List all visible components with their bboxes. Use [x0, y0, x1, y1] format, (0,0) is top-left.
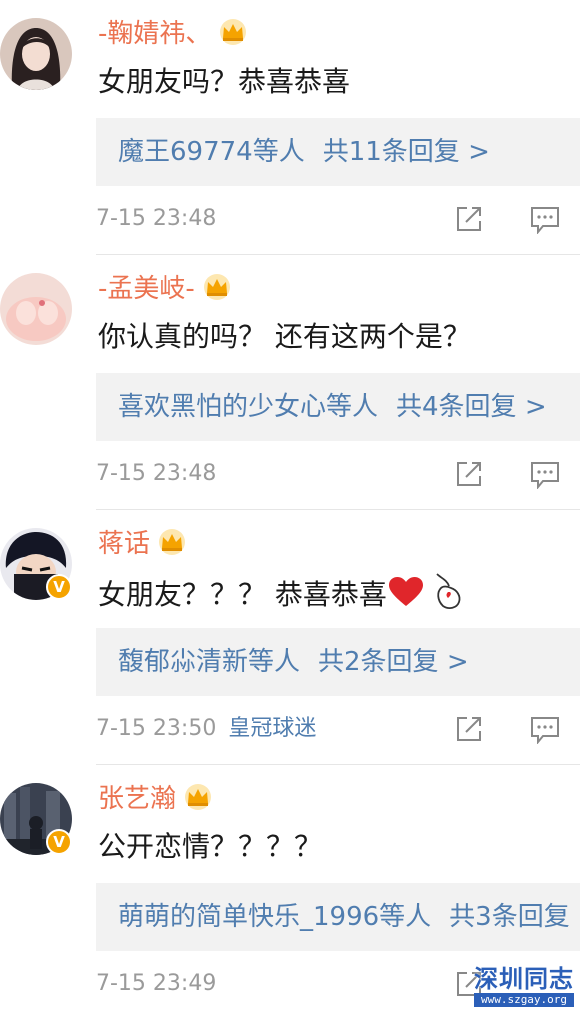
reply-names[interactable]: 馥郁尛清新等人 — [118, 647, 300, 677]
source-label[interactable]: 皇冠球迷 — [228, 716, 316, 741]
user-avatar[interactable] — [0, 18, 72, 90]
verified-badge: V — [46, 829, 72, 855]
crown-icon — [156, 528, 188, 566]
username[interactable]: -鞠婧祎、 — [98, 16, 249, 56]
crown-icon — [201, 273, 233, 311]
username-text[interactable]: 蒋话 — [98, 529, 150, 559]
comment-meta: 7-15 23:48 — [96, 204, 216, 234]
username[interactable]: -孟美岐- — [98, 271, 233, 311]
comment-text: 女朋友？？？ 恭喜恭喜 — [98, 572, 467, 615]
comment-icon[interactable] — [530, 716, 560, 744]
finger-heart-emoji — [436, 573, 461, 609]
reply-count[interactable]: 共3条回复 — [449, 902, 570, 932]
timestamp: 7-15 23:48 — [96, 461, 217, 486]
replies-summary[interactable]: 喜欢黑怕的少女心等人 共4条回复 > — [96, 373, 580, 441]
comment-text: 女朋友吗？恭喜恭喜 — [98, 65, 351, 98]
comment-item: -孟美岐- 你认真的吗？ 还有这两个是？ 喜欢黑怕的少女心等人 共4条回复 > 7… — [0, 255, 580, 510]
comment-item: -鞠婧祎、 女朋友吗？恭喜恭喜 魔王69774等人 共11条回复 > 7-15 2… — [0, 0, 580, 255]
user-avatar[interactable] — [0, 273, 72, 345]
reply-names[interactable]: 喜欢黑怕的少女心等人 — [118, 392, 378, 422]
watermark-url: www.szgay.org — [474, 993, 574, 1007]
watermark-title: 深圳同志 — [474, 965, 574, 993]
reply-count[interactable]: 共4条回复 > — [396, 392, 547, 422]
username-text[interactable]: -孟美岐- — [98, 274, 195, 304]
timestamp: 7-15 23:50 — [96, 716, 217, 741]
comment-icon[interactable] — [530, 206, 560, 234]
crown-icon — [217, 18, 249, 56]
replies-summary[interactable]: 馥郁尛清新等人 共2条回复 > — [96, 628, 580, 696]
share-icon[interactable] — [454, 459, 484, 489]
share-icon[interactable] — [454, 714, 484, 744]
username[interactable]: 张艺瀚 — [98, 781, 214, 821]
comment-icon[interactable] — [530, 461, 560, 489]
replies-summary[interactable]: 萌萌的简单快乐_1996等人 共3条回复 — [96, 883, 580, 951]
comment-meta: 7-15 23:50 皇冠球迷 — [96, 714, 316, 744]
username-text[interactable]: -鞠婧祎、 — [98, 19, 211, 49]
site-watermark: 深圳同志 www.szgay.org — [474, 965, 574, 1007]
username[interactable]: 蒋话 — [98, 526, 188, 566]
username-text[interactable]: 张艺瀚 — [98, 784, 176, 814]
replies-summary[interactable]: 魔王69774等人 共11条回复 > — [96, 118, 580, 186]
comment-meta: 7-15 23:49 — [96, 969, 216, 999]
comment-text: 你认真的吗？ 还有这两个是？ — [98, 320, 471, 353]
reply-count[interactable]: 共2条回复 > — [318, 647, 469, 677]
timestamp: 7-15 23:48 — [96, 206, 217, 231]
reply-names[interactable]: 萌萌的简单快乐_1996等人 — [118, 902, 431, 932]
red-heart-emoji — [388, 577, 423, 606]
crown-icon — [182, 783, 214, 821]
share-icon[interactable] — [454, 204, 484, 234]
timestamp: 7-15 23:49 — [96, 971, 217, 996]
reply-names[interactable]: 魔王69774等人 — [118, 137, 305, 167]
comment-item: V 蒋话 女朋友？？？ 恭喜恭喜 馥郁尛清新等人 共2条回复 > 7-15 23:… — [0, 510, 580, 765]
comment-text-content: 女朋友？？？ 恭喜恭喜 — [98, 578, 387, 611]
reply-count[interactable]: 共11条回复 > — [323, 137, 490, 167]
comment-text: 公开恋情？？？？ — [98, 830, 323, 863]
verified-badge: V — [46, 574, 72, 600]
comment-meta: 7-15 23:48 — [96, 459, 216, 489]
